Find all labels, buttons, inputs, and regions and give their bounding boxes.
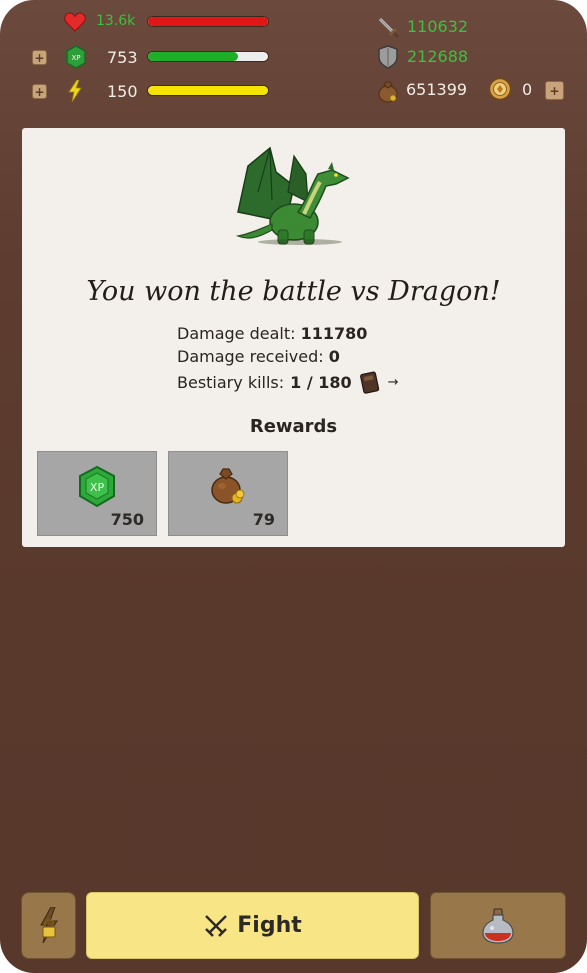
add-xp-button[interactable]: + xyxy=(32,50,47,65)
bestiary-book-icon[interactable] xyxy=(358,370,382,394)
fight-button-label: Fight xyxy=(237,913,302,938)
tokens-value: 0 xyxy=(522,80,533,99)
sword-icon xyxy=(376,15,400,39)
shield-icon xyxy=(377,45,399,69)
token-coin-icon xyxy=(488,77,512,101)
dragon-icon xyxy=(228,142,358,248)
bestiary-arrow-icon[interactable]: → xyxy=(388,375,399,390)
damage-received-value: 0 xyxy=(328,347,340,366)
gold-value: 651399 xyxy=(406,80,468,99)
gold-bag-icon xyxy=(376,79,400,103)
damage-received-line: Damage received: 0 xyxy=(177,347,340,366)
bestiary-line[interactable]: Bestiary kills: 1 / 180 → xyxy=(177,370,399,394)
crossed-swords-icon xyxy=(203,913,229,939)
fight-button[interactable]: Fight xyxy=(86,892,419,959)
hp-value: 13.6k xyxy=(96,13,136,29)
lock-lightning-icon xyxy=(35,907,63,945)
potion-button[interactable] xyxy=(430,892,566,959)
xp-icon-text: XP xyxy=(71,54,80,62)
bestiary-label: Bestiary kills: xyxy=(177,372,285,392)
energy-bar-fill xyxy=(148,86,268,95)
xp-bar-fill xyxy=(148,52,238,61)
energy-value: 150 xyxy=(107,82,138,101)
damage-dealt-value: 111780 xyxy=(300,324,368,343)
potion-icon xyxy=(481,907,515,945)
game-screen: 13.6k + XP 753 + 150 110632 212688 65139… xyxy=(0,0,587,973)
damage-dealt-line: Damage dealt: 111780 xyxy=(177,324,367,343)
bestiary-value: 1 / 180 xyxy=(290,372,352,392)
attack-value: 110632 xyxy=(407,17,469,36)
defense-value: 212688 xyxy=(407,47,469,66)
xp-reward-icon: XP xyxy=(74,464,120,510)
energy-bar xyxy=(147,85,269,96)
reward-xp: XP 750 xyxy=(37,451,157,536)
damage-received-label: Damage received: xyxy=(177,347,324,366)
rewards-heading: Rewards xyxy=(249,416,338,437)
hp-bar-fill xyxy=(148,17,268,26)
hp-bar xyxy=(147,16,269,27)
battle-result-title: You won the battle vs Dragon! xyxy=(86,276,501,307)
auto-fight-lock-button[interactable] xyxy=(21,892,76,959)
add-tokens-button[interactable]: + xyxy=(545,81,564,100)
reward-gold: 79 xyxy=(168,451,288,536)
battle-result-card: You won the battle vs Dragon! Damage dea… xyxy=(22,128,565,547)
reward-xp-value: 750 xyxy=(110,510,144,529)
damage-dealt-label: Damage dealt: xyxy=(177,324,296,343)
xp-bar xyxy=(147,51,269,62)
gold-bag-reward-icon xyxy=(207,464,249,506)
xp-reward-icon-text: XP xyxy=(90,481,105,494)
xp-value: 753 xyxy=(107,48,138,67)
lightning-icon xyxy=(66,80,84,102)
xp-icon: XP xyxy=(64,45,88,69)
add-energy-button[interactable]: + xyxy=(32,84,47,99)
reward-gold-value: 79 xyxy=(252,510,275,529)
heart-icon xyxy=(64,12,86,32)
